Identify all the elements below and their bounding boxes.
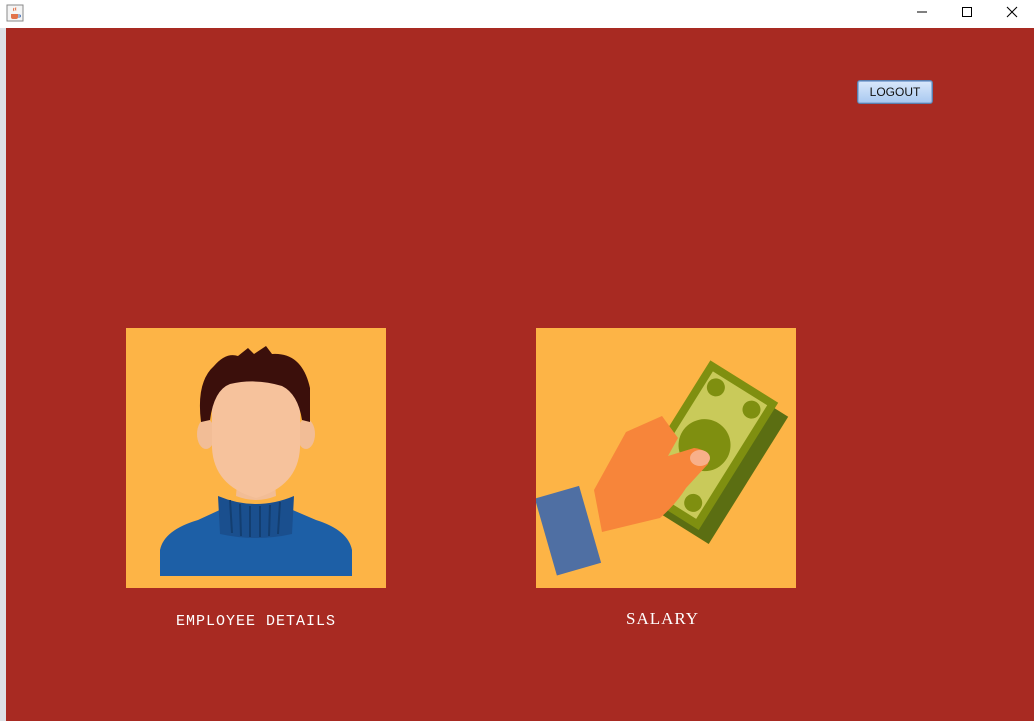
employee-details-tile[interactable]	[126, 328, 386, 588]
title-bar	[0, 0, 1034, 28]
close-icon	[1006, 6, 1017, 18]
minimize-button[interactable]	[899, 0, 944, 24]
minimize-icon	[916, 11, 927, 13]
dashboard-panel: LOGOUT EMPLOYEE DETAILS SALARY	[6, 28, 1034, 721]
hand-money-icon	[536, 360, 789, 576]
maximize-icon	[961, 7, 972, 17]
close-button[interactable]	[989, 0, 1034, 24]
employee-avatar-icon	[160, 346, 352, 576]
salary-tile[interactable]	[536, 328, 796, 588]
employee-details-label: EMPLOYEE DETAILS	[176, 613, 337, 630]
java-cup-icon	[6, 4, 24, 22]
maximize-button[interactable]	[944, 0, 989, 24]
salary-label: SALARY	[626, 609, 700, 628]
logout-button[interactable]: LOGOUT	[857, 80, 933, 104]
